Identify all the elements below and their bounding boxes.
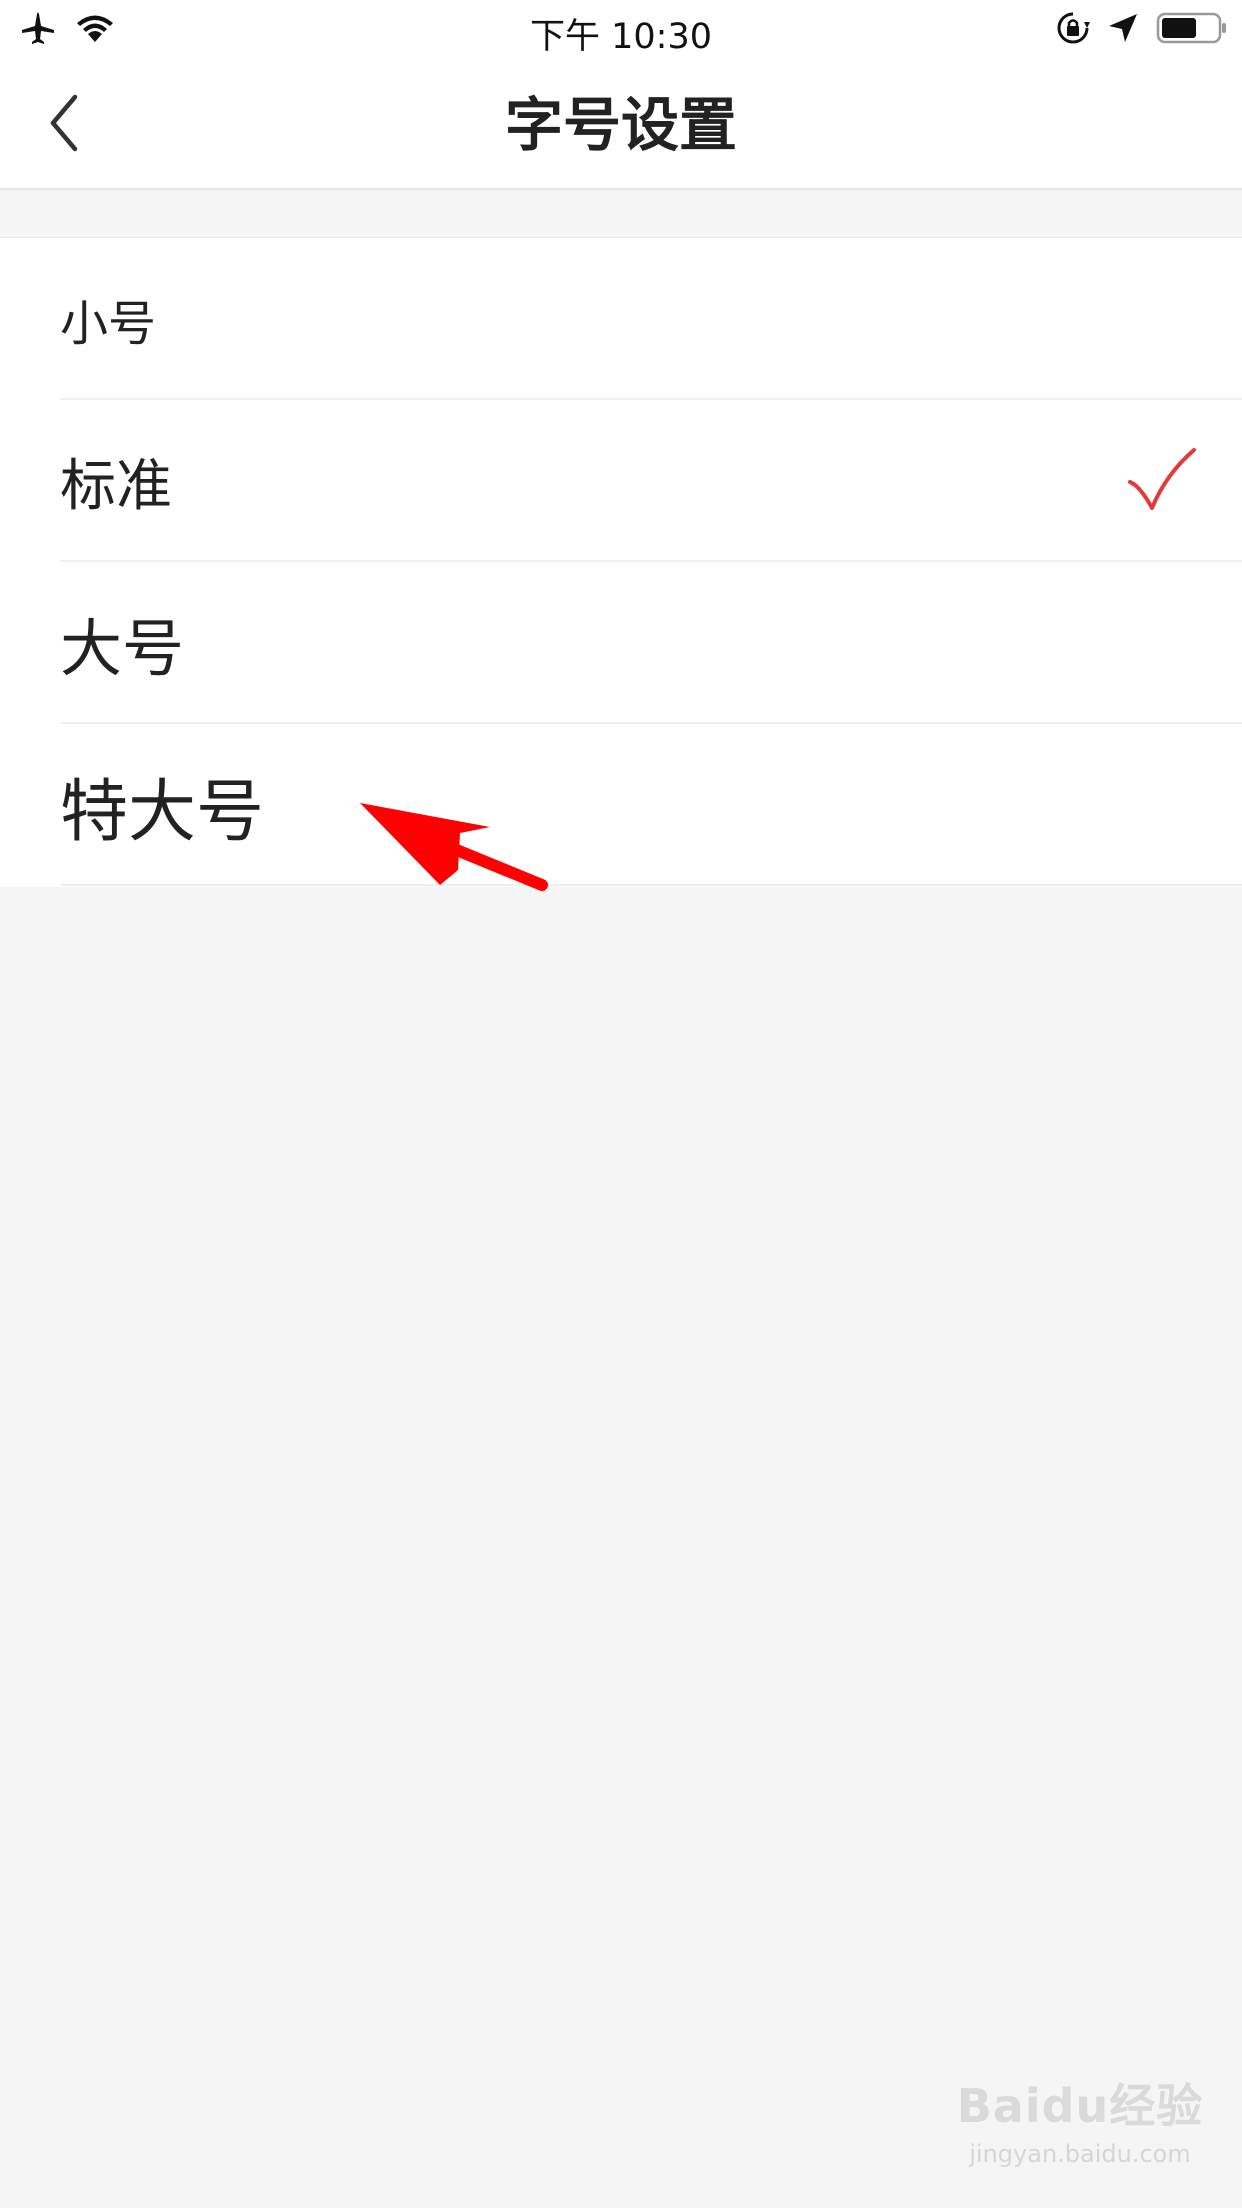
watermark-url: jingyan.baidu.com (969, 2140, 1191, 2168)
option-large[interactable]: 大号 (0, 562, 1242, 724)
battery-icon (1156, 11, 1228, 49)
option-small[interactable]: 小号 (0, 238, 1242, 400)
option-label: 小号 (60, 296, 157, 352)
watermark: Baidu经验 jingyan.baidu.com (950, 2070, 1210, 2168)
status-right-icons (1056, 10, 1228, 50)
option-extra-large[interactable]: 特大号 (0, 724, 1242, 886)
annotation-arrow-icon (360, 795, 550, 895)
option-label: 标准 (60, 453, 172, 519)
status-bar: 下午 10:30 (0, 0, 1242, 60)
page-title: 字号设置 (504, 91, 737, 159)
nav-bar: 字号设置 (0, 60, 1242, 190)
checkmark-icon (1126, 444, 1198, 516)
watermark-logo: Baidu经验 (956, 2079, 1204, 2133)
divider (60, 884, 1242, 886)
option-label: 大号 (60, 612, 185, 685)
font-size-options-list: 小号 标准 大号 特大号 (0, 237, 1242, 887)
option-label: 特大号 (60, 772, 265, 852)
orientation-lock-icon (1056, 11, 1090, 49)
option-standard[interactable]: 标准 (0, 400, 1242, 562)
location-icon (1108, 13, 1138, 47)
